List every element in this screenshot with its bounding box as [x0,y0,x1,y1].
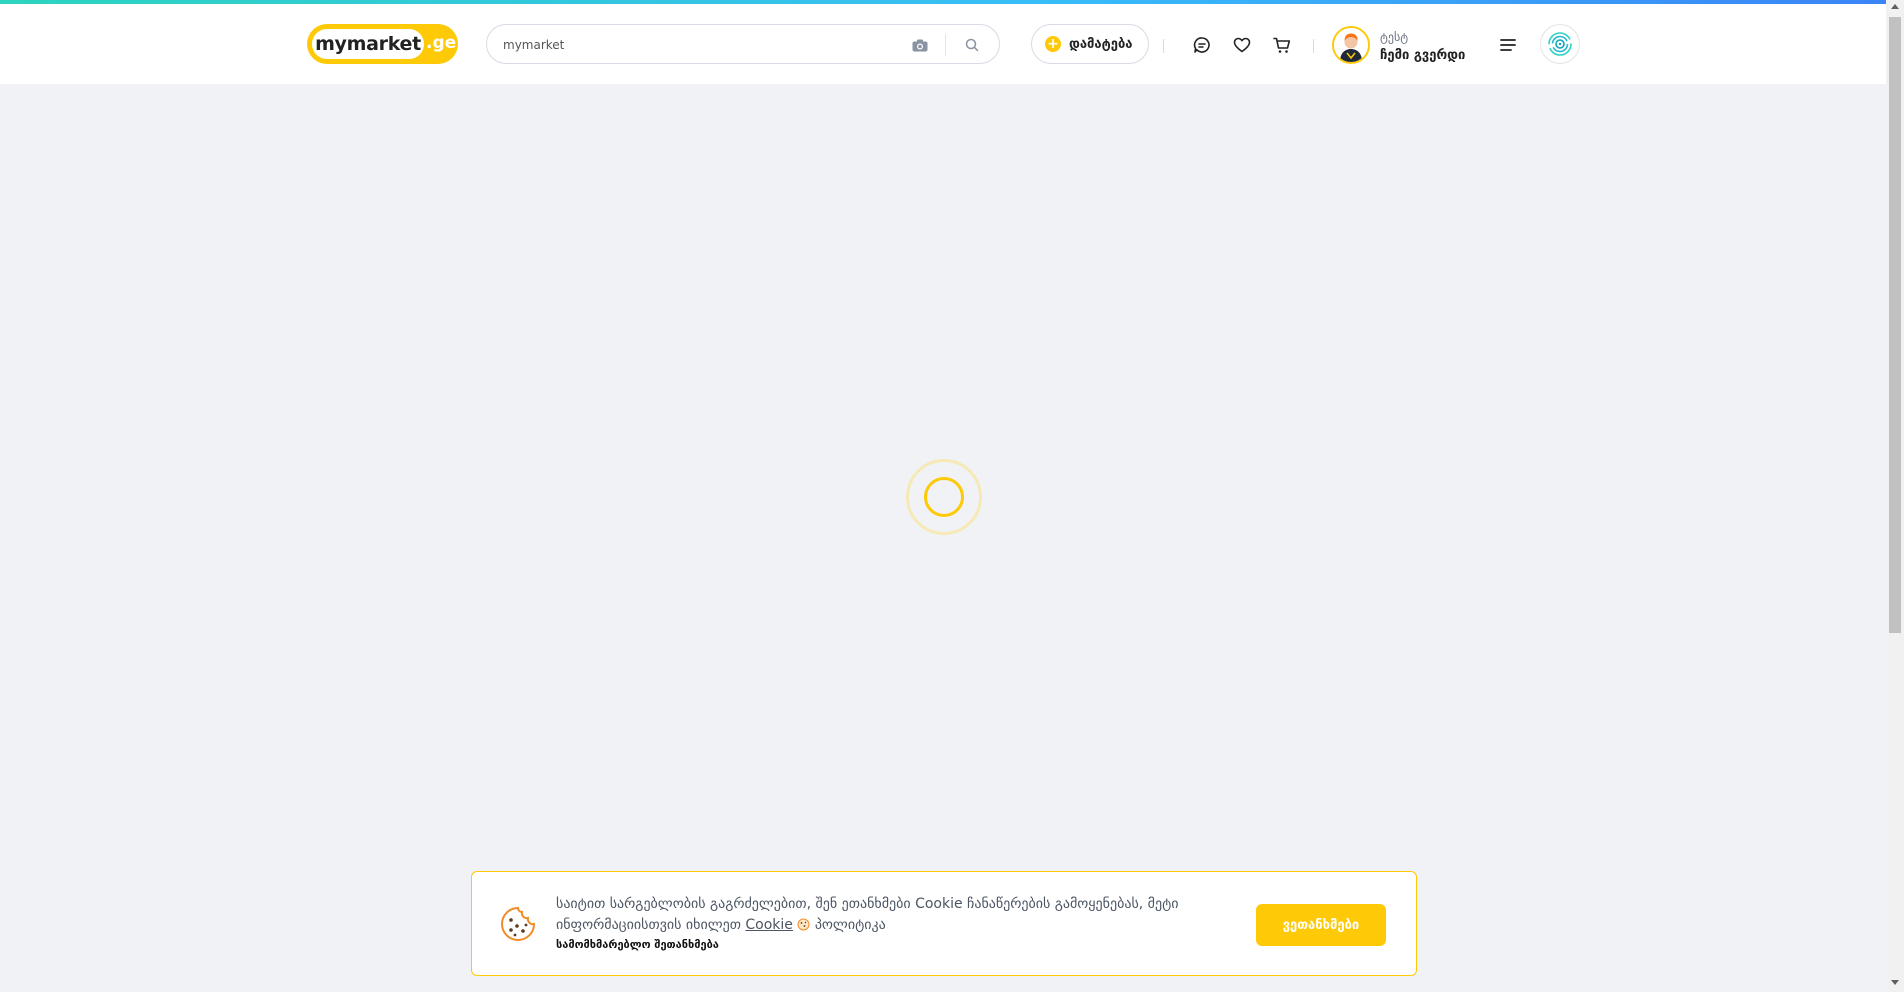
search-icon [965,38,979,52]
cart-icon [1273,37,1291,53]
plus-icon: + [1045,36,1061,52]
search-button[interactable] [961,34,983,56]
loading-spinner-inner [924,477,964,517]
image-search-button[interactable] [909,34,931,56]
cookie-message: საიტით სარგებლობის გაგრძელებით, შენ ეთან… [556,894,1256,936]
user-agreement-link[interactable]: სამომხმარებლო შეთანხმება [556,938,719,951]
brand-fingerprint-button[interactable] [1540,24,1580,64]
search-input[interactable] [501,34,881,56]
add-listing-button[interactable]: + დამატება [1031,24,1149,64]
brand-fingerprint-icon [1548,32,1572,56]
scroll-down-arrow-icon[interactable] [1891,980,1899,985]
search-divider [945,34,946,56]
hamburger-menu-icon [1500,39,1516,51]
cookie-policy-link[interactable]: Cookie [745,917,793,933]
accept-cookies-button[interactable]: ვეთანხმები [1256,904,1386,946]
profile-name: ტესტ [1380,30,1409,44]
cookie-banner: საიტით სარგებლობის გაგრძელებით, შენ ეთან… [471,871,1417,976]
messages-button[interactable] [1191,34,1213,56]
cookie-small-icon [797,918,810,931]
site-logo[interactable]: mymarket .ge [307,24,458,64]
menu-button[interactable] [1497,34,1519,56]
logo-main-text: mymarket [312,29,424,59]
chat-icon [1193,37,1210,53]
favorites-button[interactable] [1231,34,1253,56]
cookie-icon [501,906,536,941]
profile-link[interactable]: ტესტ ჩემი გვერდი [1330,24,1475,68]
my-page-label: ჩემი გვერდი [1380,48,1466,63]
header-divider [1313,39,1314,53]
heart-icon [1233,37,1251,53]
scrollbar[interactable] [1886,0,1904,992]
search-bar [486,24,1000,64]
avatar [1332,26,1370,64]
site-header: mymarket .ge + დამატება [0,4,1886,84]
loading-spinner [906,459,982,535]
logo-suffix-text: .ge [426,33,457,53]
avatar-icon [1334,28,1368,62]
header-divider [1163,39,1164,53]
cart-button[interactable] [1271,34,1293,56]
camera-icon [912,39,928,51]
scrollbar-thumb[interactable] [1889,17,1901,633]
cookie-policy-suffix: პოლიტიკა [814,917,886,933]
scroll-up-arrow-icon[interactable] [1891,4,1899,9]
add-listing-label: დამატება [1069,36,1133,52]
